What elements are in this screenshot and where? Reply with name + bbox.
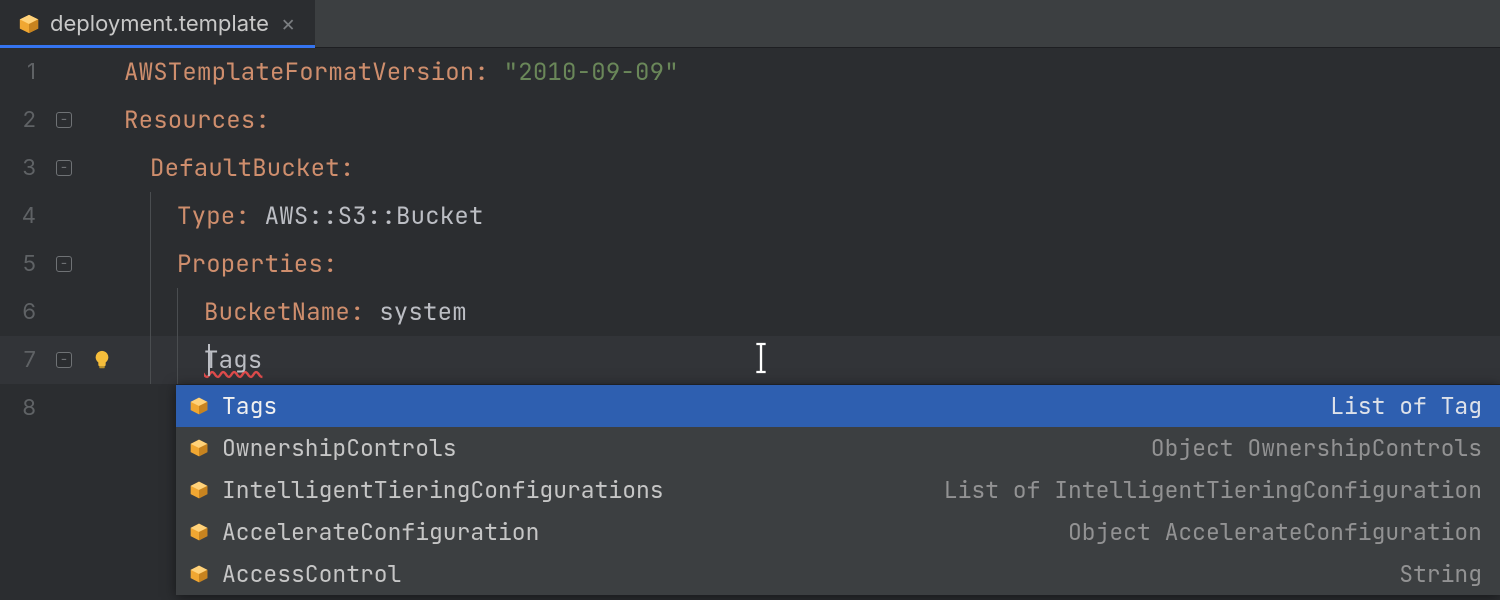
line-number: 4 <box>0 203 48 229</box>
code-text[interactable]: Resources: <box>124 105 1500 136</box>
code-line[interactable]: 3− DefaultBucket: <box>0 144 1500 192</box>
cloudformation-file-icon <box>18 13 40 35</box>
code-text[interactable]: Tags <box>124 336 1500 384</box>
code-token: : <box>474 57 489 88</box>
completion-item[interactable]: OwnershipControls Object OwnershipControl… <box>176 427 1500 469</box>
code-token: BucketName <box>204 297 350 328</box>
completion-item-type: List of IntelligentTieringConfiguration <box>944 475 1482 505</box>
code-text[interactable]: Properties: <box>124 240 1500 288</box>
code-line[interactable]: 7− Tags <box>0 336 1500 384</box>
code-token: AWSTemplateFormatVersion <box>124 57 474 88</box>
line-number: 3 <box>0 155 48 181</box>
code-token: Properties <box>177 249 323 280</box>
completion-item[interactable]: AccelerateConfiguration Object Accelerate… <box>176 511 1500 553</box>
completion-item-type: Object AccelerateConfiguration <box>1068 517 1482 547</box>
code-text[interactable]: Type: AWS::S3::Bucket <box>124 192 1500 240</box>
code-token: : <box>340 153 355 184</box>
code-token: AWS::S3::Bucket <box>250 201 484 232</box>
code-token: : <box>255 105 270 136</box>
completion-item[interactable]: AccessControl String <box>176 553 1500 595</box>
line-number: 8 <box>0 395 48 421</box>
fold-toggle[interactable]: − <box>56 160 72 176</box>
completion-item-type: String <box>1399 559 1482 589</box>
property-icon <box>188 395 210 417</box>
code-token <box>489 57 504 88</box>
tab-bar: deployment.template × <box>0 0 1500 48</box>
code-line[interactable]: 4 Type: AWS::S3::Bucket <box>0 192 1500 240</box>
code-line[interactable]: 1 AWSTemplateFormatVersion: "2010-09-09" <box>0 48 1500 96</box>
ibeam-cursor-icon <box>754 341 768 383</box>
line-number: 5 <box>0 251 48 277</box>
completion-item-label: AccessControl <box>222 559 401 589</box>
fold-toggle[interactable]: − <box>56 112 72 128</box>
completion-item-label: Tags <box>222 391 277 421</box>
line-number: 2 <box>0 107 48 133</box>
fold-toggle[interactable]: − <box>56 352 72 368</box>
code-token: "2010-09-09" <box>504 57 679 88</box>
completion-item[interactable]: IntelligentTieringConfigurations List of … <box>176 469 1500 511</box>
completion-item-label: AccelerateConfiguration <box>222 517 539 547</box>
code-token: Tags <box>204 345 262 376</box>
tab-filename: deployment.template <box>50 11 269 37</box>
property-icon <box>188 563 210 585</box>
fold-gutter: − <box>48 256 80 272</box>
fold-toggle[interactable]: − <box>56 256 72 272</box>
completion-item[interactable]: Tags List of Tag <box>176 385 1500 427</box>
completion-popup[interactable]: Tags List of Tag OwnershipControls Object O… <box>176 384 1500 595</box>
intention-bulb-icon[interactable] <box>91 349 113 371</box>
completion-item-type: Object OwnershipControls <box>1151 433 1482 463</box>
code-token: Resources <box>124 105 255 136</box>
code-token: Type <box>177 201 235 232</box>
code-token: system <box>365 297 467 328</box>
fold-gutter: − <box>48 160 80 176</box>
code-editor[interactable]: 1 AWSTemplateFormatVersion: "2010-09-09" 2… <box>0 48 1500 432</box>
code-line[interactable]: 6 BucketName: system <box>0 288 1500 336</box>
code-token: : <box>323 249 338 280</box>
completion-item-label: OwnershipControls <box>222 433 457 463</box>
code-token: : <box>350 297 365 328</box>
code-token: : <box>235 201 250 232</box>
property-icon <box>188 479 210 501</box>
intention-gutter <box>80 349 124 371</box>
completion-item-type: List of Tag <box>1330 391 1482 421</box>
close-tab-icon[interactable]: × <box>279 11 298 37</box>
code-line[interactable]: 2− Resources: <box>0 96 1500 144</box>
fold-gutter: − <box>48 112 80 128</box>
code-text[interactable]: DefaultBucket: <box>124 153 1500 184</box>
code-text[interactable]: BucketName: system <box>124 288 1500 336</box>
editor-tab[interactable]: deployment.template × <box>0 0 315 47</box>
text-caret <box>208 344 210 376</box>
completion-item-label: IntelligentTieringConfigurations <box>222 475 664 505</box>
fold-gutter: − <box>48 352 80 368</box>
code-token: DefaultBucket <box>150 153 340 184</box>
line-number: 1 <box>0 59 48 85</box>
property-icon <box>188 437 210 459</box>
line-number: 7 <box>0 347 48 373</box>
line-number: 6 <box>0 299 48 325</box>
code-line[interactable]: 5− Properties: <box>0 240 1500 288</box>
code-text[interactable]: AWSTemplateFormatVersion: "2010-09-09" <box>124 57 1500 88</box>
property-icon <box>188 521 210 543</box>
